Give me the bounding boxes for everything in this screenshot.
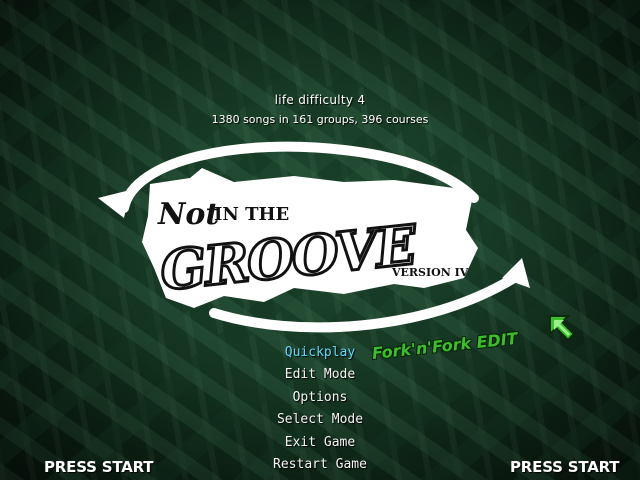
- logo-text-not: Not: [157, 197, 219, 232]
- logo-text-in-the: IN THE: [214, 204, 289, 225]
- p2-press-start: PRESS START: [510, 458, 620, 476]
- difficulty-label: life difficulty 4: [274, 93, 366, 107]
- menu-item-options[interactable]: Options: [240, 387, 400, 409]
- p1-press-start: PRESS START: [44, 458, 154, 476]
- game-logo: Not IN THE GROOVE VERSION IV: [98, 141, 530, 333]
- title-screen: life difficulty 4 1380 songs in 161 grou…: [0, 0, 640, 480]
- menu-item-edit-mode[interactable]: Edit Mode: [240, 364, 400, 386]
- song-stats-label: 1380 songs in 161 groups, 396 courses: [211, 113, 429, 126]
- logo-swoosh-top-head: [98, 190, 130, 218]
- menu-item-restart-game[interactable]: Restart Game: [240, 454, 400, 476]
- menu-item-exit-game[interactable]: Exit Game: [240, 432, 400, 454]
- logo-text-version: VERSION IV: [391, 266, 469, 279]
- green-arrow-icon: [549, 315, 576, 342]
- menu-item-select-mode[interactable]: Select Mode: [240, 409, 400, 431]
